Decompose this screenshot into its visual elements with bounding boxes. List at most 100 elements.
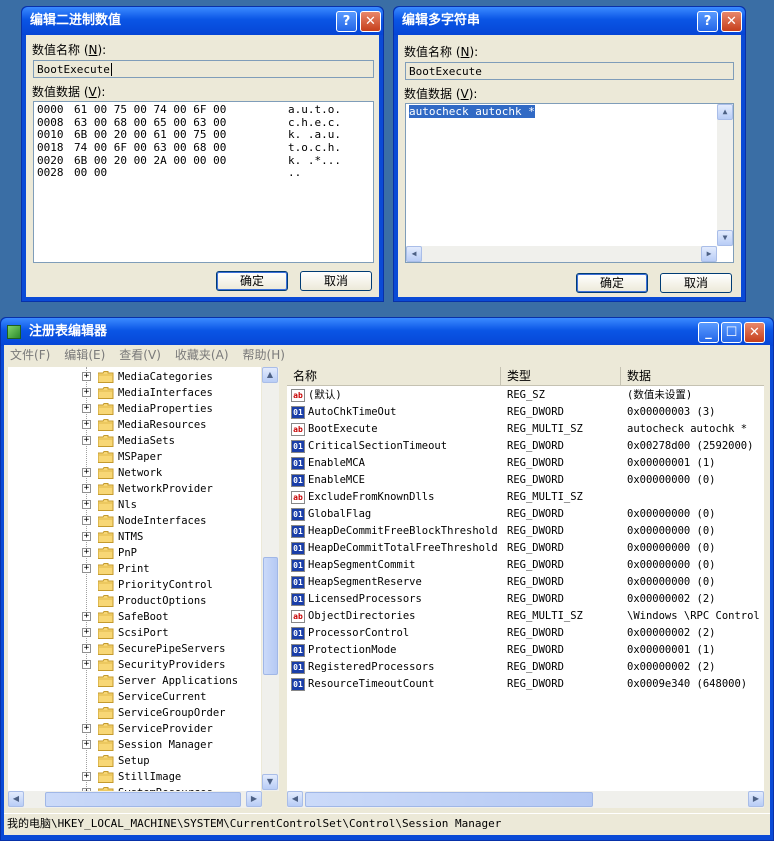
list-hscroll-thumb[interactable] [305,792,593,807]
tree-item[interactable]: + Nls [8,497,261,513]
maximize-icon[interactable]: ☐ [721,322,742,343]
tree-item[interactable]: + ScsiPort [8,625,261,641]
tree-item[interactable]: + MediaSets [8,433,261,449]
menu-item[interactable]: 文件(F) [10,348,50,362]
expand-icon[interactable]: + [82,532,91,541]
multi-name-field[interactable]: BootExecute [405,62,734,80]
menu-item[interactable]: 查看(V) [119,348,161,362]
expand-icon[interactable]: + [82,468,91,477]
tree-item[interactable]: + Print [8,561,261,577]
expand-icon[interactable]: + [82,660,91,669]
regedit-titlebar[interactable]: 注册表编辑器 _ ☐ ✕ [1,318,773,346]
close-icon[interactable]: ✕ [360,11,381,32]
column-header-type[interactable]: 类型 [501,367,621,385]
value-row[interactable]: 01 RegisteredProcessors REG_DWORD 0x0000000… [287,659,764,676]
multi-vertical-scrollbar[interactable]: ▲ ▼ [717,104,733,246]
tree-item[interactable]: + MediaProperties [8,401,261,417]
scroll-left-icon[interactable]: ◀ [406,246,422,262]
column-header-name[interactable]: 名称 [287,367,501,385]
tree-item[interactable]: + MediaInterfaces [8,385,261,401]
value-row[interactable]: 01 CriticalSectionTimeout REG_DWORD 0x00278… [287,438,764,455]
tree-item[interactable]: Server Applications [8,673,261,689]
expand-icon[interactable]: + [82,724,91,733]
expand-icon[interactable]: + [82,436,91,445]
menu-item[interactable]: 收藏夹(A) [175,348,229,362]
help-icon[interactable]: ? [336,11,357,32]
tree-item[interactable]: PriorityControl [8,577,261,593]
value-row[interactable]: 01 ProcessorControl REG_DWORD 0x00000002 (2… [287,625,764,642]
scroll-left-icon[interactable]: ◀ [287,791,303,807]
value-row[interactable]: 01 AutoChkTimeOut REG_DWORD 0x00000003 (3) [287,404,764,421]
tree-scroll-thumb[interactable] [263,557,278,675]
scroll-up-icon[interactable]: ▲ [262,367,278,383]
expand-icon[interactable]: + [82,548,91,557]
close-icon[interactable]: ✕ [721,11,742,32]
menu-item[interactable]: 帮助(H) [243,348,285,362]
list-horizontal-scrollbar[interactable]: ◀ ▶ [287,791,764,808]
tree-item[interactable]: Setup [8,753,261,769]
values-list-pane[interactable]: 名称 类型 数据 ab (默认) REG_SZ (数值未设置) 01 AutoChkTim… [287,367,764,791]
tree-item[interactable]: MSPaper [8,449,261,465]
scroll-up-icon[interactable]: ▲ [717,104,733,120]
value-row[interactable]: ab ObjectDirectories REG_MULTI_SZ \Windows … [287,608,764,625]
expand-icon[interactable]: + [82,644,91,653]
tree-item[interactable]: + NTMS [8,529,261,545]
tree-vertical-scrollbar[interactable]: ▲ ▼ [262,367,279,791]
tree-horizontal-scrollbar[interactable]: ◀ ▶ [8,791,262,808]
tree-item[interactable]: + SecurityProviders [8,657,261,673]
binary-name-field[interactable]: BootExecute [33,60,374,78]
scroll-left-icon[interactable]: ◀ [8,791,24,807]
value-row[interactable]: ab ExcludeFromKnownDlls REG_MULTI_SZ [287,489,764,506]
multi-ok-button[interactable]: 确定 [576,273,648,293]
expand-icon[interactable]: + [82,420,91,429]
value-row[interactable]: 01 HeapDeCommitTotalFreeThreshold REG_DWOR… [287,540,764,557]
column-header-data[interactable]: 数据 [621,367,764,385]
expand-icon[interactable]: + [82,772,91,781]
key-tree-pane[interactable]: + MediaCategories + MediaInterfaces + MediaPr… [8,367,261,791]
tree-item[interactable]: ProductOptions [8,593,261,609]
expand-icon[interactable]: + [82,740,91,749]
value-row[interactable]: 01 GlobalFlag REG_DWORD 0x00000000 (0) [287,506,764,523]
scroll-right-icon[interactable]: ▶ [701,246,717,262]
value-row[interactable]: 01 ResourceTimeoutCount REG_DWORD 0x0009e34… [287,676,764,693]
multi-cancel-button[interactable]: 取消 [660,273,732,293]
expand-icon[interactable]: + [82,388,91,397]
tree-item[interactable]: + StillImage [8,769,261,785]
tree-item[interactable]: + Network [8,465,261,481]
value-row[interactable]: 01 HeapSegmentReserve REG_DWORD 0x00000000 … [287,574,764,591]
scroll-right-icon[interactable]: ▶ [748,791,764,807]
expand-icon[interactable]: + [82,500,91,509]
tree-item[interactable]: + ServiceProvider [8,721,261,737]
expand-icon[interactable]: + [82,484,91,493]
tree-item[interactable]: + MediaCategories [8,369,261,385]
tree-item[interactable]: ServiceCurrent [8,689,261,705]
tree-item[interactable]: + MediaResources [8,417,261,433]
expand-icon[interactable]: + [82,372,91,381]
value-row[interactable]: 01 LicensedProcessors REG_DWORD 0x00000002 … [287,591,764,608]
tree-item[interactable]: + NetworkProvider [8,481,261,497]
minimize-icon[interactable]: _ [698,322,719,343]
binary-cancel-button[interactable]: 取消 [300,271,372,291]
tree-item[interactable]: + SecurePipeServers [8,641,261,657]
expand-icon[interactable]: + [82,628,91,637]
expand-icon[interactable]: + [82,404,91,413]
close-icon[interactable]: ✕ [744,322,765,343]
expand-icon[interactable]: + [82,564,91,573]
scroll-right-icon[interactable]: ▶ [246,791,262,807]
value-row[interactable]: 01 ProtectionMode REG_DWORD 0x00000001 (1) [287,642,764,659]
tree-item[interactable]: ServiceGroupOrder [8,705,261,721]
multi-dialog-titlebar[interactable]: 编辑多字符串 ? ✕ [394,7,745,35]
tree-item[interactable]: + Session Manager [8,737,261,753]
tree-item[interactable]: + SafeBoot [8,609,261,625]
scroll-down-icon[interactable]: ▼ [717,230,733,246]
value-row[interactable]: 01 EnableMCE REG_DWORD 0x00000000 (0) [287,472,764,489]
value-row[interactable]: ab (默认) REG_SZ (数值未设置) [287,387,764,404]
value-row[interactable]: 01 HeapSegmentCommit REG_DWORD 0x00000000 (… [287,557,764,574]
multi-horizontal-scrollbar[interactable]: ◀ ▶ [406,246,717,262]
value-row[interactable]: 01 HeapDeCommitFreeBlockThreshold REG_DWOR… [287,523,764,540]
tree-hscroll-thumb[interactable] [45,792,241,807]
binary-dialog-titlebar[interactable]: 编辑二进制数值 ? ✕ [22,7,383,35]
value-row[interactable]: ab BootExecute REG_MULTI_SZ autocheck autoc… [287,421,764,438]
tree-item[interactable]: + NodeInterfaces [8,513,261,529]
tree-item[interactable]: + PnP [8,545,261,561]
